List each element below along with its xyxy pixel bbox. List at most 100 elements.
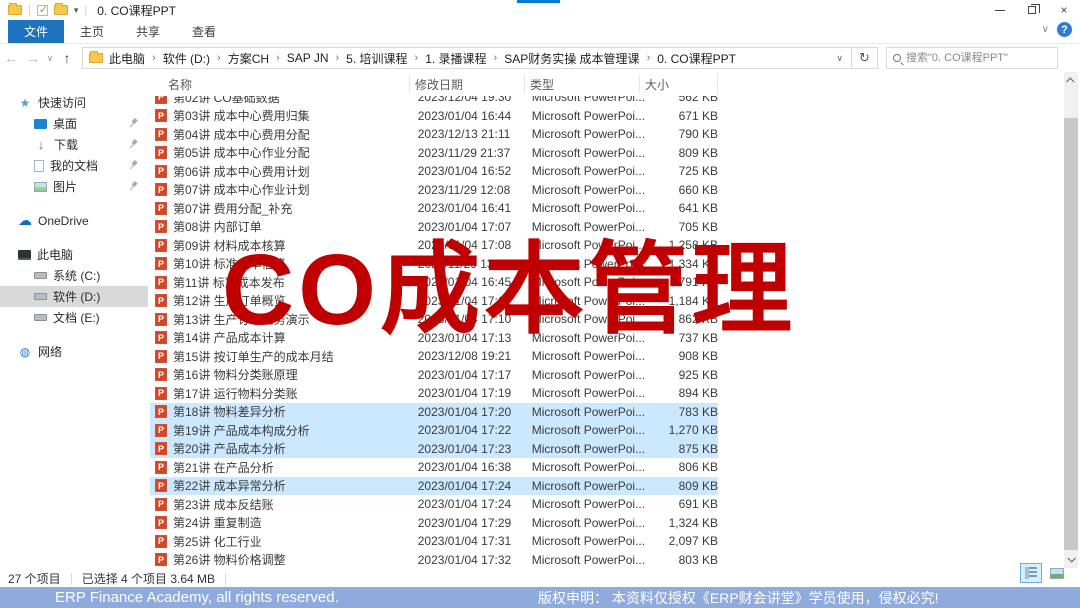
- file-row[interactable]: 第24讲 重复制造 2023/01/04 17:29 Microsoft Pow…: [150, 514, 718, 533]
- restore-button[interactable]: [1016, 0, 1048, 20]
- file-size: 783 KB: [646, 405, 718, 419]
- file-row[interactable]: 第14讲 产品成本计算 2023/01/04 17:13 Microsoft P…: [150, 329, 718, 348]
- help-icon[interactable]: ?: [1057, 22, 1072, 37]
- file-row[interactable]: 第18讲 物料差异分析 2023/01/04 17:20 Microsoft P…: [150, 403, 718, 422]
- sidebar-item-icon: [34, 293, 47, 300]
- close-button[interactable]: ×: [1048, 0, 1080, 20]
- file-date-modified: 2023/01/04 16:44: [418, 109, 532, 123]
- sidebar-item[interactable]: 桌面: [0, 113, 148, 134]
- column-header-name[interactable]: 名称: [150, 75, 410, 93]
- ribbon-tab[interactable]: 主页: [64, 20, 120, 43]
- sidebar-item[interactable]: 文档 (E:): [0, 307, 148, 328]
- vertical-scrollbar[interactable]: [1064, 72, 1078, 568]
- file-row[interactable]: 第11讲 标准成本发布 2023/01/04 16:45 Microsoft P…: [150, 273, 718, 292]
- history-caret-icon[interactable]: ∨: [44, 53, 56, 64]
- file-date-modified: 2023/01/04 17:17: [418, 368, 532, 382]
- file-row[interactable]: 第12讲 生产订单概览 2023/01/04 17:12 Microsoft P…: [150, 292, 718, 311]
- sidebar-item[interactable]: 系统 (C:): [0, 265, 148, 286]
- file-row[interactable]: 第07讲 费用分配_补充 2023/01/04 16:41 Microsoft …: [150, 199, 718, 218]
- sidebar-item[interactable]: 软件 (D:): [0, 286, 148, 307]
- address-dropdown-icon[interactable]: ∨: [832, 53, 847, 64]
- file-date-modified: 2023/01/04 16:45: [418, 275, 532, 289]
- file-size: 1,324 KB: [646, 516, 718, 530]
- file-size: 737 KB: [646, 331, 718, 345]
- file-row[interactable]: 第16讲 物料分类账原理 2023/01/04 17:17 Microsoft …: [150, 366, 718, 385]
- breadcrumb-segment[interactable]: SAP财务实操 成本管理课›: [502, 50, 655, 67]
- address-bar[interactable]: 此电脑› 软件 (D:)› 方案CH› SAP JN› 5. 培训课程› 1. …: [82, 47, 852, 69]
- scrollbar-thumb[interactable]: [1064, 118, 1078, 550]
- search-input[interactable]: [906, 52, 1051, 64]
- scroll-up-icon[interactable]: [1064, 74, 1078, 88]
- qat-customize-caret-icon[interactable]: ▾: [74, 5, 79, 16]
- file-row[interactable]: 第03讲 成本中心费用归集 2023/01/04 16:44 Microsoft…: [150, 107, 718, 126]
- sidebar-item-label: 网络: [38, 343, 62, 360]
- qat-separator: |: [28, 4, 31, 16]
- ribbon-right-controls: ∨ ?: [1042, 22, 1072, 37]
- breadcrumb-segment[interactable]: 此电脑›: [107, 50, 161, 67]
- qat-folder-icon[interactable]: [54, 5, 68, 15]
- qat-checkbox-icon[interactable]: [37, 5, 48, 16]
- ribbon-collapse-icon[interactable]: ∨: [1042, 24, 1049, 35]
- file-date-modified: 2023/01/04 17:24: [418, 497, 532, 511]
- forward-button[interactable]: →: [22, 50, 44, 66]
- breadcrumb-segment[interactable]: 1. 录播课程›: [423, 50, 502, 67]
- file-date-modified: 2023/01/04 17:32: [418, 553, 532, 567]
- column-header-type[interactable]: 类型: [525, 75, 640, 93]
- file-row[interactable]: 第10讲 标准成本估算 2023/11/29 13:44 Microsoft P…: [150, 255, 718, 274]
- file-row[interactable]: 第04讲 成本中心费用分配 2023/12/13 21:11 Microsoft…: [150, 125, 718, 144]
- sidebar-item-icon: [34, 272, 47, 279]
- sidebar-item[interactable]: 图片: [0, 176, 148, 197]
- back-button[interactable]: ←: [0, 50, 22, 66]
- file-row[interactable]: 第08讲 内部订单 2023/01/04 17:07 Microsoft Pow…: [150, 218, 718, 237]
- file-row[interactable]: 第20讲 产品成本分析 2023/01/04 17:23 Microsoft P…: [150, 440, 718, 459]
- sidebar-item[interactable]: OneDrive: [0, 210, 148, 231]
- file-date-modified: 2023/01/04 17:19: [418, 386, 532, 400]
- file-row[interactable]: 第07讲 成本中心作业计划 2023/11/29 12:08 Microsoft…: [150, 181, 718, 200]
- breadcrumb-segment[interactable]: 5. 培训课程›: [344, 50, 423, 67]
- ribbon-tab[interactable]: 文件: [8, 20, 64, 43]
- breadcrumb-segment[interactable]: 0. CO课程PPT›: [655, 50, 738, 67]
- sidebar-item-icon: [34, 160, 44, 172]
- file-type: Microsoft PowerPoi...: [532, 479, 646, 493]
- file-row[interactable]: 第13讲 生产订单业务演示 2023/01/04 17:10 Microsoft…: [150, 310, 718, 329]
- sidebar-item[interactable]: 我的文档: [0, 155, 148, 176]
- sidebar-item[interactable]: 网络: [0, 341, 148, 362]
- breadcrumb-segment[interactable]: 方案CH›: [226, 50, 285, 67]
- selection-summary: 已选择 4 个项目 3.64 MB: [82, 570, 215, 587]
- file-size: 1,270 KB: [646, 423, 718, 437]
- breadcrumb-segment[interactable]: 软件 (D:)›: [161, 50, 226, 67]
- file-row[interactable]: 第19讲 产品成本构成分析 2023/01/04 17:22 Microsoft…: [150, 421, 718, 440]
- file-type: Microsoft PowerPoi...: [532, 183, 646, 197]
- file-row[interactable]: 第09讲 材料成本核算 2023/01/04 17:08 Microsoft P…: [150, 236, 718, 255]
- refresh-button[interactable]: ↻: [852, 47, 878, 69]
- file-type: Microsoft PowerPoi...: [532, 349, 646, 363]
- sidebar-item[interactable]: 此电脑: [0, 244, 148, 265]
- breadcrumb-segment[interactable]: SAP JN›: [285, 51, 344, 65]
- file-row[interactable]: 第21讲 在产品分析 2023/01/04 16:38 Microsoft Po…: [150, 458, 718, 477]
- file-size: 671 KB: [646, 109, 718, 123]
- powerpoint-file-icon: [155, 257, 167, 270]
- file-row[interactable]: 第05讲 成本中心作业分配 2023/11/29 21:37 Microsoft…: [150, 144, 718, 163]
- file-row[interactable]: 第22讲 成本异常分析 2023/01/04 17:24 Microsoft P…: [150, 477, 718, 496]
- sidebar-item-icon: [34, 314, 47, 321]
- file-name: 第03讲 成本中心费用归集: [167, 107, 418, 124]
- file-row[interactable]: 第17讲 运行物料分类账 2023/01/04 17:19 Microsoft …: [150, 384, 718, 403]
- column-header-date[interactable]: 修改日期: [410, 75, 525, 93]
- sidebar-item[interactable]: 下载: [0, 134, 148, 155]
- file-type: Microsoft PowerPoi...: [532, 553, 646, 567]
- column-header-size[interactable]: 大小: [640, 75, 718, 93]
- file-row[interactable]: 第06讲 成本中心费用计划 2023/01/04 16:52 Microsoft…: [150, 162, 718, 181]
- file-row[interactable]: 第26讲 物料价格调整 2023/01/04 17:32 Microsoft P…: [150, 551, 718, 570]
- file-type: Microsoft PowerPoi...: [532, 331, 646, 345]
- sidebar-item[interactable]: 快速访问: [0, 92, 148, 113]
- file-row[interactable]: 第25讲 化工行业 2023/01/04 17:31 Microsoft Pow…: [150, 532, 718, 551]
- file-type: Microsoft PowerPoi...: [532, 257, 646, 271]
- file-row[interactable]: 第23讲 成本反结账 2023/01/04 17:24 Microsoft Po…: [150, 495, 718, 514]
- ribbon-tab[interactable]: 查看: [176, 20, 232, 43]
- file-row[interactable]: 第15讲 按订单生产的成本月结 2023/12/08 19:21 Microso…: [150, 347, 718, 366]
- file-size: 803 KB: [646, 553, 718, 567]
- minimize-button[interactable]: [984, 0, 1016, 20]
- powerpoint-file-icon: [155, 331, 167, 344]
- up-button[interactable]: ↑: [56, 50, 78, 66]
- ribbon-tab[interactable]: 共享: [120, 20, 176, 43]
